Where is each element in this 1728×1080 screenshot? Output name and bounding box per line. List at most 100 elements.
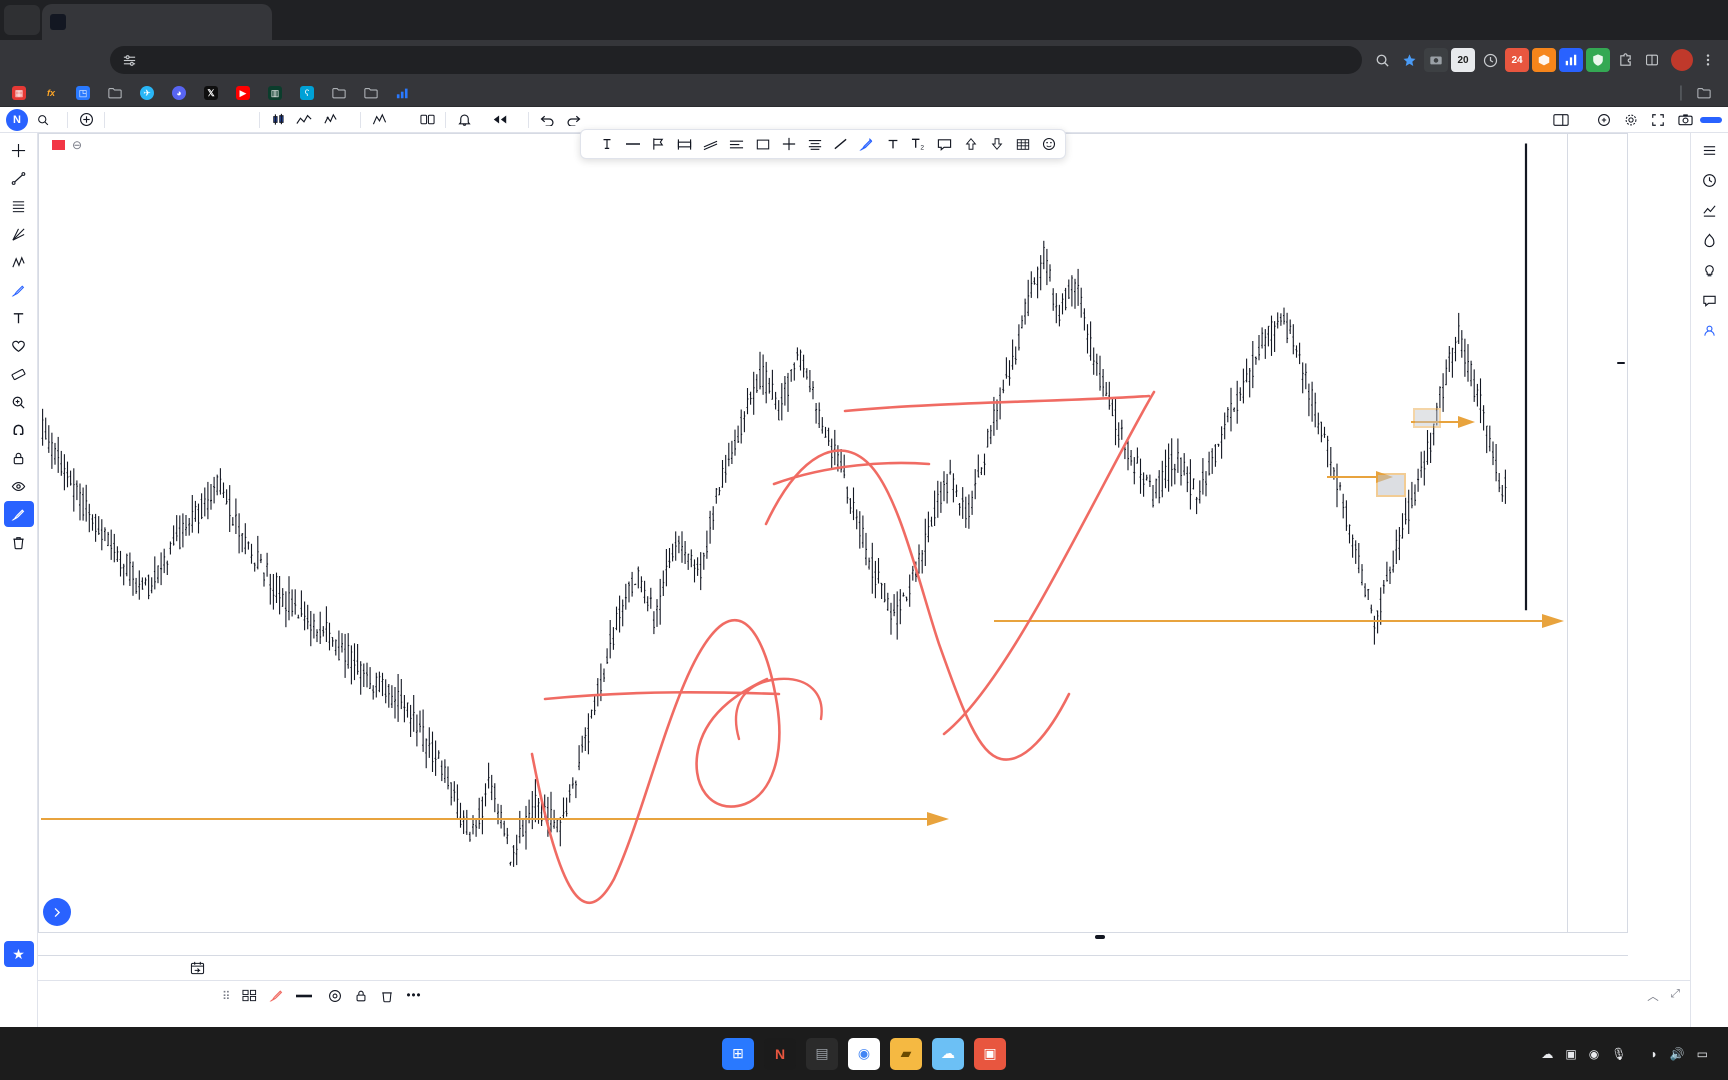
- measure-ruler-icon[interactable]: [4, 361, 34, 387]
- bookmark-item[interactable]: [326, 83, 357, 103]
- lock-icon[interactable]: [354, 989, 368, 1003]
- search-icon[interactable]: [1370, 48, 1394, 72]
- arrow-down-icon[interactable]: [984, 132, 1009, 156]
- range-3M[interactable]: [94, 967, 102, 969]
- profile-avatar[interactable]: [1671, 49, 1693, 71]
- range-1Y[interactable]: [142, 967, 150, 969]
- indicators-icon[interactable]: [367, 109, 391, 131]
- drawing-mode-icon[interactable]: [3, 501, 34, 527]
- range-All[interactable]: [174, 967, 182, 969]
- eye-hide-icon[interactable]: [4, 473, 34, 499]
- text-label-icon[interactable]: [880, 132, 905, 156]
- screenshot-extension-icon[interactable]: [1424, 48, 1448, 72]
- timeframe-W[interactable]: [231, 118, 241, 122]
- notification-extension-icon[interactable]: 24: [1505, 48, 1529, 72]
- cloud-icon[interactable]: ☁: [1541, 1047, 1553, 1061]
- brush-pen-icon[interactable]: [854, 132, 879, 156]
- compare-symbol-icon[interactable]: [74, 109, 98, 131]
- tradingview-logo[interactable]: N: [6, 108, 28, 131]
- timeframe-1m[interactable]: [135, 118, 145, 122]
- alerts-clock-icon[interactable]: [1695, 167, 1725, 193]
- publish-button[interactable]: [1700, 116, 1722, 123]
- chart-style-caret-icon[interactable]: [344, 118, 354, 122]
- puzzle-extension-icon[interactable]: [1613, 48, 1637, 72]
- range-YTD[interactable]: [126, 967, 134, 969]
- bookmark-item[interactable]: ▦: [6, 83, 37, 103]
- maximize-icon[interactable]: ⤢: [1671, 988, 1680, 1004]
- data-window-icon[interactable]: [1695, 197, 1725, 223]
- fullscreen-expand-icon[interactable]: [1592, 109, 1616, 131]
- symbol-search[interactable]: [30, 112, 61, 128]
- shapes-heart-icon[interactable]: [4, 333, 34, 359]
- bookmark-item[interactable]: ▥: [262, 83, 293, 103]
- range-box-icon[interactable]: [672, 132, 697, 156]
- indicators-caret-icon[interactable]: [403, 118, 413, 122]
- range-1M[interactable]: [78, 967, 86, 969]
- templates-icon[interactable]: [415, 109, 439, 131]
- site-settings-icon[interactable]: [120, 51, 138, 69]
- close-window-button[interactable]: [1682, 0, 1728, 34]
- object-tree-icon[interactable]: [242, 989, 257, 1002]
- cloud-app-icon[interactable]: ☁: [932, 1037, 964, 1070]
- chart-canvas[interactable]: ⊖: [38, 133, 1628, 933]
- pen-color-icon[interactable]: [269, 988, 284, 1003]
- tab-search-chevron-icon[interactable]: [4, 5, 40, 35]
- undo-icon[interactable]: [535, 109, 559, 131]
- candlestick-icon[interactable]: [266, 109, 290, 131]
- trend-line-icon[interactable]: [4, 165, 34, 191]
- layout-icon[interactable]: [1549, 109, 1573, 131]
- timeframe-4h[interactable]: [207, 118, 217, 122]
- mic-icon[interactable]: 🎙: [1611, 1047, 1626, 1061]
- table-icon[interactable]: [1010, 132, 1035, 156]
- timeframe-D[interactable]: [219, 118, 229, 122]
- reload-icon[interactable]: [72, 45, 102, 75]
- timeframe-1h[interactable]: [195, 118, 205, 122]
- goto-date-icon[interactable]: [190, 961, 205, 975]
- fullscreen-icon[interactable]: [1646, 109, 1670, 131]
- lock-icon[interactable]: [4, 445, 34, 471]
- hotlist-icon[interactable]: [1695, 227, 1725, 253]
- folder-explorer-icon[interactable]: ▰: [890, 1037, 922, 1070]
- time-scale[interactable]: [38, 934, 1628, 956]
- bookmark-item[interactable]: ▶: [230, 83, 261, 103]
- trend-line-icon[interactable]: [828, 132, 853, 156]
- volume-icon[interactable]: 🔊: [1670, 1047, 1685, 1061]
- rectangle-icon[interactable]: [750, 132, 775, 156]
- chrome-menu-icon[interactable]: [1696, 48, 1720, 72]
- bookmark-item[interactable]: ◳: [70, 83, 101, 103]
- trash-icon[interactable]: [4, 529, 34, 555]
- arrow-up-icon[interactable]: [958, 132, 983, 156]
- address-bar[interactable]: [110, 46, 1362, 74]
- box-icon[interactable]: ▣: [1565, 1047, 1576, 1061]
- timeframe-12m[interactable]: [159, 118, 169, 122]
- hide-icon[interactable]: ⊖: [72, 138, 82, 152]
- pattern-xabcd-icon[interactable]: [4, 249, 34, 275]
- line-chart-icon[interactable]: [292, 109, 316, 131]
- bookmark-item[interactable]: ◕: [166, 83, 197, 103]
- text-align-icon[interactable]: [802, 132, 827, 156]
- chart-extension-icon[interactable]: [1559, 48, 1583, 72]
- media-app-icon[interactable]: ▣: [974, 1037, 1006, 1070]
- range-1D[interactable]: [46, 967, 54, 969]
- shield-extension-icon[interactable]: [1586, 48, 1610, 72]
- bookmark-item[interactable]: [390, 83, 421, 103]
- parallel-channel-icon[interactable]: [698, 132, 723, 156]
- calendar-extension-icon[interactable]: 20: [1451, 48, 1475, 72]
- bookmark-star-icon[interactable]: [1397, 48, 1421, 72]
- alert-icon[interactable]: [452, 109, 476, 131]
- range-5D[interactable]: [62, 967, 70, 969]
- price-scale[interactable]: [1567, 134, 1627, 932]
- timeframe-more-caret-icon[interactable]: [243, 118, 253, 122]
- ideas-bulb-icon[interactable]: [1695, 257, 1725, 283]
- split-screen-icon[interactable]: [1640, 48, 1664, 72]
- minimize-button[interactable]: [1590, 0, 1636, 34]
- range-6M[interactable]: [110, 967, 118, 969]
- chart-expand-fab[interactable]: [43, 898, 71, 926]
- trash-icon[interactable]: [380, 989, 394, 1003]
- wifi-icon[interactable]: ◗: [1650, 1047, 1657, 1061]
- maximize-button[interactable]: [1636, 0, 1682, 34]
- bookmark-item[interactable]: [102, 83, 133, 103]
- battery-icon[interactable]: ▭: [1697, 1047, 1708, 1061]
- settings-circle-icon[interactable]: [328, 989, 342, 1003]
- gann-fan-icon[interactable]: [4, 221, 34, 247]
